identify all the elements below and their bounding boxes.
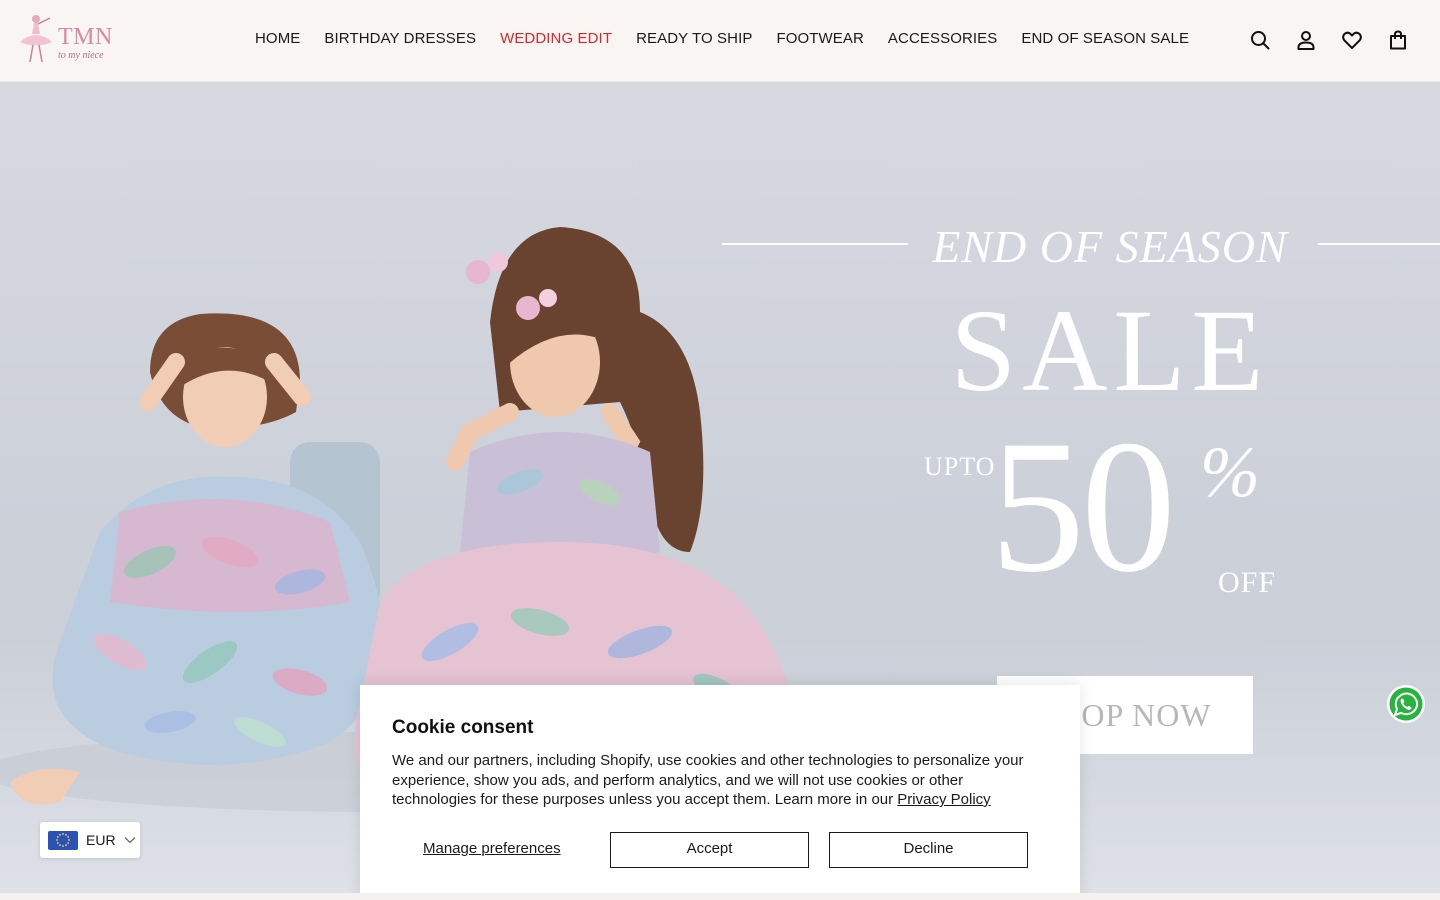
headline-rule-left <box>722 243 908 245</box>
currency-selector[interactable]: EUR <box>40 822 140 858</box>
nav-item-accessories[interactable]: ACCESSORIES <box>888 30 997 47</box>
accept-button[interactable]: Accept <box>610 832 809 868</box>
brand-logo[interactable]: TMN to my niece <box>16 10 122 68</box>
nav-item-ready-to-ship[interactable]: READY TO SHIP <box>636 30 752 47</box>
main-nav: HOME BIRTHDAY DRESSES WEDDING EDIT READY… <box>255 30 1189 47</box>
cookie-title: Cookie consent <box>392 717 534 738</box>
page-bottom-strip <box>0 893 1440 900</box>
nav-item-home[interactable]: HOME <box>255 30 300 47</box>
eu-flag-icon <box>48 830 78 850</box>
hero-percent-sign: % <box>1200 432 1260 512</box>
hero-headline-sale: SALE <box>950 285 1270 416</box>
wishlist-heart-icon[interactable] <box>1340 28 1364 52</box>
decline-button[interactable]: Decline <box>829 832 1028 868</box>
nav-item-wedding-edit[interactable]: WEDDING EDIT <box>500 30 612 47</box>
cookie-consent-banner: Cookie consent We and our partners, incl… <box>360 685 1080 900</box>
logo-subtext: to my niece <box>58 50 104 61</box>
nav-item-end-of-season-sale[interactable]: END OF SEASON SALE <box>1021 30 1189 47</box>
privacy-policy-link[interactable]: Privacy Policy <box>897 791 990 808</box>
whatsapp-icon[interactable] <box>1386 684 1426 724</box>
hero-upto-label: UPTO <box>924 452 996 481</box>
account-icon[interactable] <box>1294 28 1318 52</box>
logo-text: TMN <box>58 24 113 50</box>
nav-item-birthday-dresses[interactable]: BIRTHDAY DRESSES <box>324 30 476 47</box>
hero-headline-top: END OF SEASON <box>932 221 1288 272</box>
header-actions <box>1248 28 1410 52</box>
currency-code: EUR <box>86 832 116 848</box>
headline-rule-right <box>1318 243 1440 245</box>
site-header: TMN to my niece HOME BIRTHDAY DRESSES WE… <box>0 0 1440 82</box>
cookie-body: We and our partners, including Shopify, … <box>392 751 1042 810</box>
cookie-actions: Manage preferences Accept Decline <box>392 832 1048 868</box>
manage-preferences-link[interactable]: Manage preferences <box>423 840 561 857</box>
hero-discount-number: 50 <box>990 402 1176 612</box>
search-icon[interactable] <box>1248 28 1272 52</box>
ballerina-logo-icon <box>20 15 52 63</box>
hero-off-label: OFF <box>1218 566 1277 599</box>
cart-bag-icon[interactable] <box>1386 28 1410 52</box>
nav-item-footwear[interactable]: FOOTWEAR <box>776 30 863 47</box>
chevron-down-icon <box>124 837 136 844</box>
